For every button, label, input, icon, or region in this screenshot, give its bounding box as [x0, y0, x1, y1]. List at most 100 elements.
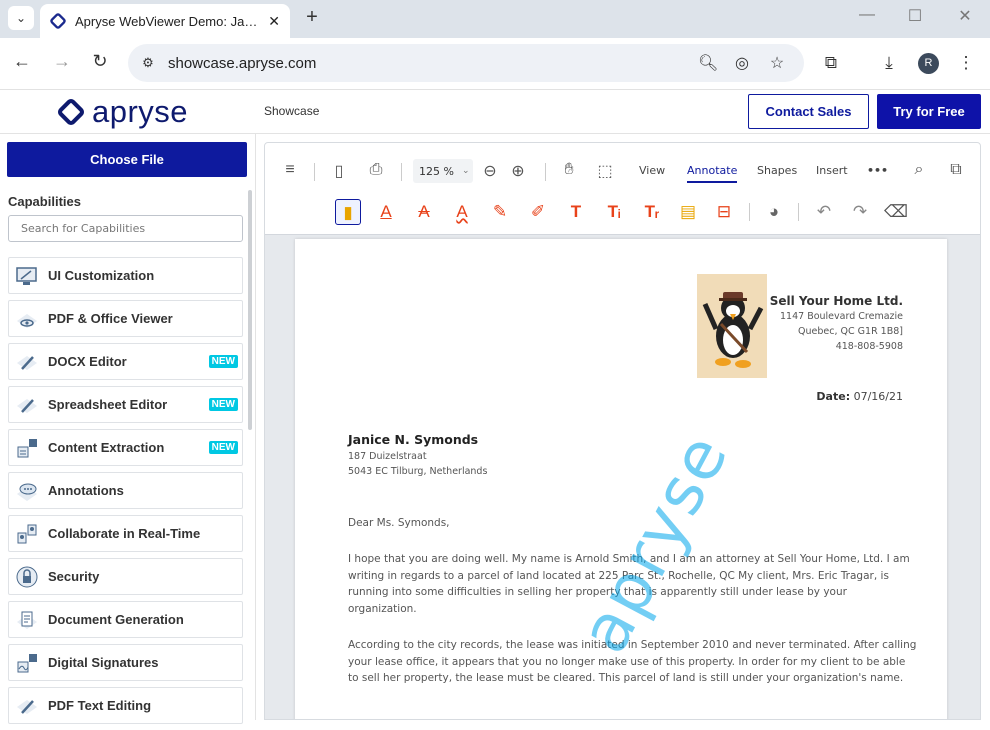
style-palette-icon[interactable]: ◕: [761, 199, 787, 225]
capability-item[interactable]: PDF Text Editing: [8, 687, 243, 724]
pan-hand-icon[interactable]: ✋︎: [558, 161, 580, 179]
redo-icon[interactable]: ↷: [847, 199, 873, 225]
address-bar[interactable]: ⚙ showcase.apryse.com 🔍︎ ◎ ☆: [128, 44, 804, 82]
maximize-icon[interactable]: ☐: [905, 6, 925, 26]
underline-tool-icon[interactable]: A: [373, 199, 399, 225]
avatar[interactable]: R: [918, 53, 939, 74]
apryse-logo[interactable]: apryse: [55, 94, 189, 130]
viewer-header: ≡ ▯ ⎙ 125 % ⌄ ⊖ ⊕ ✋︎ ⬚ View Annotate Shap…: [265, 143, 980, 235]
logo-text: apryse: [92, 94, 189, 129]
capability-item[interactable]: Document Generation: [8, 601, 243, 638]
company-address-2: Quebec, QC G1R 1B8]: [798, 326, 903, 337]
pencil-icon: [15, 695, 39, 717]
capability-item[interactable]: Spreadsheet Editor NEW: [8, 386, 243, 423]
capability-item[interactable]: Security: [8, 558, 243, 595]
panel-toggle-icon[interactable]: ▯: [328, 161, 350, 181]
capability-item[interactable]: Collaborate in Real-Time: [8, 515, 243, 552]
capability-label: PDF & Office Viewer: [48, 311, 173, 326]
sticky-note-tool-icon[interactable]: ▤: [675, 199, 701, 225]
text-insert-tool-icon[interactable]: Tᵢ: [601, 199, 627, 225]
collaborate-icon: [15, 523, 39, 545]
capability-item[interactable]: UI Customization: [8, 257, 243, 294]
capability-item[interactable]: PDF & Office Viewer: [8, 300, 243, 337]
viewer-toolbar: ≡ ▯ ⎙ 125 % ⌄ ⊖ ⊕ ✋︎ ⬚ View Annotate Shap…: [265, 155, 980, 187]
recipient-address-1: 187 Duizelstraat: [348, 451, 427, 462]
choose-file-button[interactable]: Choose File: [7, 142, 247, 177]
company-block: Sell Your Home Ltd. 1147 Boulevard Crema…: [770, 294, 903, 354]
browser-toolbar: ← → ↻ ⚙ showcase.apryse.com 🔍︎ ◎ ☆ ⧉ ⤓ R…: [0, 38, 990, 90]
close-window-icon[interactable]: ✕: [955, 6, 975, 26]
freehand-tool-icon[interactable]: ✎: [487, 199, 513, 225]
download-icon[interactable]: ⤓: [878, 53, 900, 73]
capability-label: Digital Signatures: [48, 655, 159, 670]
company-address-1: 1147 Boulevard Cremazie: [780, 311, 903, 322]
zoom-value: 125 %: [419, 164, 454, 178]
marquee-select-icon[interactable]: ⬚: [594, 161, 616, 181]
browser-tab[interactable]: Apryse WebViewer Demo: JavaScript PDF Vi…: [40, 4, 290, 38]
capability-item[interactable]: Digital Signatures: [8, 644, 243, 681]
search-icon[interactable]: ⌕: [908, 161, 930, 179]
freehand-highlight-tool-icon[interactable]: ✐: [525, 199, 551, 225]
capability-label: Collaborate in Real-Time: [48, 526, 201, 541]
sidebar-scrollbar[interactable]: [248, 190, 252, 430]
minimize-icon[interactable]: —: [857, 6, 877, 24]
signature-icon: [15, 652, 39, 674]
capability-item[interactable]: Annotations: [8, 472, 243, 509]
capability-label: Annotations: [48, 483, 124, 498]
reload-icon[interactable]: ↻: [88, 51, 112, 72]
zoom-out-icon[interactable]: ⊖: [479, 161, 501, 181]
chevron-down-icon: ⌄: [461, 166, 470, 176]
company-name: Sell Your Home Ltd.: [769, 294, 903, 308]
zoom-icon[interactable]: 🔍︎: [698, 53, 718, 73]
tab-view[interactable]: View: [639, 164, 665, 177]
notes-panel-icon[interactable]: ⧉: [945, 161, 967, 179]
url-text: showcase.apryse.com: [168, 54, 317, 72]
squiggly-tool-icon[interactable]: A: [449, 199, 475, 225]
forward-icon[interactable]: →: [50, 51, 74, 72]
capabilities-sidebar: Choose File Capabilities Search for Capa…: [0, 134, 256, 724]
try-for-free-button[interactable]: Try for Free: [877, 94, 981, 129]
tab-insert[interactable]: Insert: [816, 164, 848, 177]
tab-annotate[interactable]: Annotate: [687, 164, 738, 183]
menu-icon[interactable]: ≡: [279, 161, 301, 179]
tab-shapes[interactable]: Shapes: [757, 164, 797, 177]
eraser-icon[interactable]: ⌫: [883, 199, 909, 225]
extensions-icon[interactable]: ⧉: [820, 53, 842, 73]
capability-item[interactable]: Content Extraction NEW: [8, 429, 243, 466]
new-tab-button[interactable]: +: [300, 6, 324, 29]
recipient-block: Janice N. Symonds 187 Duizelstraat 5043 …: [348, 432, 487, 479]
zoom-in-icon[interactable]: ⊕: [507, 161, 529, 181]
callout-tool-icon[interactable]: ⊟: [711, 199, 737, 225]
strikeout-tool-icon[interactable]: A: [411, 199, 437, 225]
capabilities-search-input[interactable]: Search for Capabilities: [8, 215, 243, 242]
star-icon[interactable]: ☆: [767, 53, 787, 73]
capability-label: Content Extraction: [48, 440, 165, 455]
contact-sales-button[interactable]: Contact Sales: [748, 94, 869, 129]
pencil-icon: [15, 351, 39, 373]
recipient-address-2: 5043 EC Tilburg, Netherlands: [348, 466, 488, 477]
divider: [314, 163, 315, 181]
free-text-tool-icon[interactable]: T: [563, 199, 589, 225]
page-settings-icon[interactable]: ⎙: [365, 161, 387, 179]
document-page[interactable]: Sell Your Home Ltd. 1147 Boulevard Crema…: [295, 239, 947, 719]
browser-tab-strip: ⌄ Apryse WebViewer Demo: JavaScript PDF …: [0, 0, 990, 38]
more-tabs-button[interactable]: •••: [867, 164, 888, 177]
capability-label: Spreadsheet Editor: [48, 397, 168, 412]
new-badge: NEW: [208, 398, 238, 411]
new-badge: NEW: [208, 441, 238, 454]
close-tab-icon[interactable]: ✕: [268, 13, 280, 30]
undo-icon[interactable]: ↶: [811, 199, 837, 225]
zoom-dropdown[interactable]: 125 % ⌄: [413, 159, 473, 183]
site-info-icon[interactable]: ⚙: [138, 53, 158, 73]
capability-item[interactable]: DOCX Editor NEW: [8, 343, 243, 380]
more-menu-icon[interactable]: ⋮: [955, 53, 977, 73]
back-icon[interactable]: ←: [10, 51, 34, 72]
text-replace-tool-icon[interactable]: Tᵣ: [639, 199, 665, 225]
apryse-favicon-icon: [48, 11, 68, 31]
capability-label: UI Customization: [48, 268, 155, 283]
eye-off-icon[interactable]: ◎: [732, 53, 752, 73]
highlight-tool-icon[interactable]: ▮: [335, 199, 361, 225]
breadcrumb[interactable]: Showcase: [264, 104, 319, 118]
tab-search-button[interactable]: ⌄: [8, 6, 34, 30]
divider: [545, 163, 546, 181]
